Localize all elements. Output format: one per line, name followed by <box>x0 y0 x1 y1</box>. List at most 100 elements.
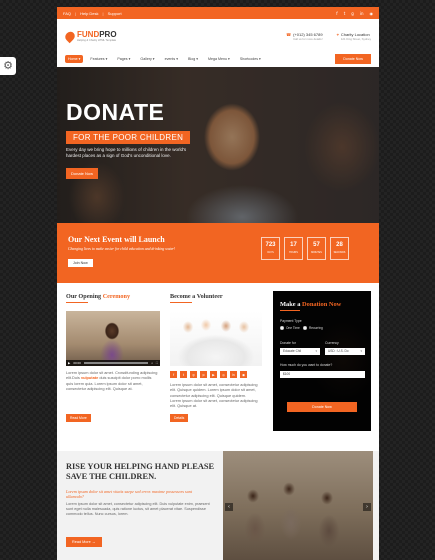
donate-for-label: Donate for <box>280 341 296 345</box>
nav-item-shortcodes[interactable]: Shortcodes ▾ <box>237 55 264 63</box>
content-section: Our Opening Ceremony ▶ 00:00 ◖ ⛶ Lorem i… <box>57 283 379 451</box>
volunteer-text: Lorem ipsum dolor sit amet, consectetur … <box>170 382 258 409</box>
location-address: 121 King Street, Sydney <box>340 36 371 41</box>
donation-form: Make a Donation Now Payment Type One Tim… <box>273 291 371 431</box>
rss-icon[interactable]: ◉ <box>240 371 247 378</box>
top-link-support[interactable]: Support <box>108 11 122 16</box>
heart-logo-icon <box>63 29 77 43</box>
save-children-read-more-button[interactable]: Read More → <box>66 537 102 547</box>
nav-item-gallery[interactable]: Gallery ▾ <box>137 55 157 63</box>
donation-form-submit-button[interactable]: Donate Now <box>287 402 357 412</box>
hero-title: DONATE <box>66 99 165 125</box>
header: FUNDPRO Helping & Charity HTML Template … <box>57 19 379 53</box>
divider: | <box>102 10 104 16</box>
hero-text: Every day we bring hope to millions of c… <box>66 147 187 158</box>
opening-title: Our Opening Ceremony <box>66 293 131 300</box>
hero-overlay <box>57 67 379 223</box>
twitter-icon[interactable]: t <box>180 371 187 378</box>
google-plus-icon[interactable]: g <box>351 11 354 16</box>
page-frame: FAQ | Help Desk | Support f t g in ◉ FUN… <box>57 7 379 560</box>
top-bar: FAQ | Help Desk | Support f t g in ◉ <box>57 7 379 19</box>
event-section: Our Next Event will Launch Changing live… <box>57 223 379 283</box>
nav-item-mega-menu[interactable]: Mega Menu ▾ <box>205 55 233 63</box>
hero-banner: DONATE FOR THE POOR CHILDREN Every day w… <box>57 67 379 223</box>
google-plus-icon[interactable]: g <box>190 371 197 378</box>
logo-text: FUNDPRO <box>77 29 117 39</box>
countdown-seconds: 28 SECONDS <box>330 237 349 260</box>
join-now-button[interactable]: Join Now <box>68 259 93 267</box>
opening-read-more-button[interactable]: Read More <box>66 414 91 422</box>
top-social-icons: f t g in ◉ <box>336 11 373 16</box>
save-children-title: RISE YOUR HELPING HAND PLEASE SAVE THE C… <box>66 462 215 481</box>
map-pin-icon: ⌖ <box>336 31 339 37</box>
twitter-icon[interactable]: t <box>344 11 346 16</box>
top-link-faq[interactable]: FAQ <box>63 11 71 16</box>
amount-label: How much do you want to donate? <box>280 363 333 367</box>
event-description: Changing lives to make easier for child … <box>68 247 176 251</box>
countdown-days: 723 DAYS <box>261 237 280 260</box>
countdown: 723 DAYS 17 HOURS 57 MINUTES 28 SECONDS <box>261 237 349 260</box>
save-children-section: RISE YOUR HELPING HAND PLEASE SAVE THE C… <box>57 451 379 560</box>
volunteer-details-button[interactable]: Details <box>170 414 189 422</box>
payment-type-label: Payment Type <box>280 319 302 323</box>
currency-select[interactable]: USD : U.S. Do ▾ <box>325 348 365 355</box>
radio-one-time[interactable]: One Time <box>280 326 300 330</box>
contact-location: ⌖ Charity Location 121 King Street, Sydn… <box>337 32 371 41</box>
nav-item-pages[interactable]: Pages ▾ <box>114 55 133 63</box>
divider: | <box>75 10 77 16</box>
style-switcher-gear-icon[interactable]: ⚙ <box>0 57 16 75</box>
chevron-down-icon: ▾ <box>315 349 317 353</box>
ceremony-video[interactable]: ▶ 00:00 ◖ ⛶ <box>66 311 160 366</box>
phone-icon: ☎ <box>286 31 292 37</box>
children-photo-slider: ‹ › <box>223 451 373 560</box>
youtube-icon[interactable]: ▶ <box>210 371 217 378</box>
chevron-right-icon[interactable]: › <box>363 503 371 511</box>
linkedin-icon[interactable]: in <box>230 371 237 378</box>
nav-item-home[interactable]: Home ▾ <box>65 55 84 63</box>
facebook-icon[interactable]: f <box>170 371 177 378</box>
save-children-text: Lorem ipsum dolor sit amet, consectetur … <box>66 502 210 516</box>
video-progress-bar[interactable] <box>83 362 149 364</box>
donate-for-select[interactable]: Educate Chil ▾ <box>280 348 320 355</box>
play-icon[interactable]: ▶ <box>68 361 70 365</box>
linkedin-icon[interactable]: in <box>360 11 364 16</box>
rss-icon[interactable]: ◉ <box>370 11 374 16</box>
opening-text: Lorem ipsum dolor sit amet. Crowdfunding… <box>66 370 158 391</box>
hero-donate-button[interactable]: Donate Now <box>66 168 99 179</box>
main-nav: Home ▾ Features ▾ Pages ▾ Gallery ▾ even… <box>57 53 379 65</box>
pinterest-icon[interactable]: p <box>200 371 207 378</box>
top-link-help-desk[interactable]: Help Desk <box>80 11 98 16</box>
header-contacts: ☎ (+012) 345 6789 Call us for more detai… <box>286 32 371 41</box>
countdown-minutes: 57 MINUTES <box>307 237 326 260</box>
video-controls: ▶ 00:00 ◖ ⛶ <box>66 360 160 366</box>
nav-donate-button[interactable]: Donate Now <box>335 54 371 64</box>
countdown-hours: 17 HOURS <box>284 237 303 260</box>
volunteer-group-image <box>170 311 262 366</box>
title-underline <box>280 310 300 311</box>
phone-number: (+012) 345 6789 <box>293 31 323 37</box>
logo[interactable]: FUNDPRO Helping & Charity HTML Template <box>63 29 117 43</box>
video-time: 00:00 <box>73 361 81 365</box>
title-underline <box>170 302 192 303</box>
radio-icon <box>280 326 284 330</box>
radio-recurring[interactable]: Recurring <box>303 326 323 330</box>
phone-subtext: Call us for more details! <box>293 36 323 41</box>
title-underline <box>66 302 88 303</box>
facebook-icon[interactable]: f <box>336 11 337 16</box>
nav-item-blog[interactable]: Blog ▾ <box>185 55 201 63</box>
instagram-icon[interactable]: ◎ <box>220 371 227 378</box>
logo-tagline: Helping & Charity HTML Template <box>77 38 117 42</box>
location-title: Charity Location <box>340 31 370 37</box>
save-children-subtitle: Lorem ipsum dolor sit amet vitatis saepe… <box>66 489 193 500</box>
fullscreen-icon[interactable]: ⛶ <box>156 361 158 365</box>
amount-input[interactable]: $100 <box>280 371 365 378</box>
volunteer-social-icons: f t g p ▶ ◎ in ◉ <box>170 371 247 378</box>
nav-item-events[interactable]: events ▾ <box>162 55 181 63</box>
chevron-left-icon[interactable]: ‹ <box>225 503 233 511</box>
volume-icon[interactable]: ◖ <box>151 361 153 365</box>
contact-phone: ☎ (+012) 345 6789 Call us for more detai… <box>286 32 322 41</box>
chevron-down-icon: ▾ <box>360 349 362 353</box>
nav-item-features[interactable]: Features ▾ <box>87 55 110 63</box>
top-links: FAQ | Help Desk | Support <box>63 11 122 16</box>
volunteer-title: Become a Volunteer <box>170 293 223 300</box>
